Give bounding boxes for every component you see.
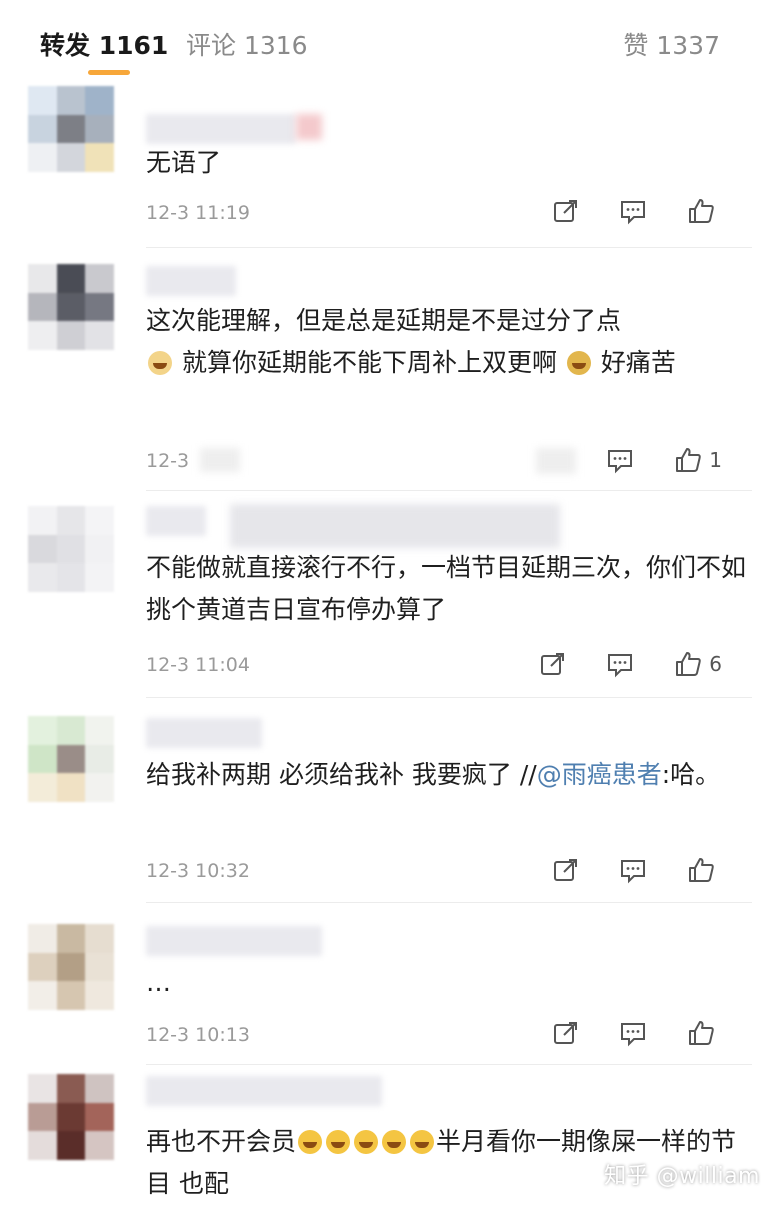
comment-text: 这次能理解，但是总是延期是不是过分了点 就算你延期能不能下周补上双更啊 好痛苦 [146,300,746,384]
watermark: 知乎 @william [604,1164,760,1189]
comment-text: 无语了 [146,148,222,177]
forward-button[interactable] [537,649,567,679]
forward-button[interactable] [550,196,580,226]
like-icon [689,858,714,882]
like-button[interactable] [686,196,722,226]
username-blurred[interactable] [146,1076,382,1106]
tab-likes-count: 1337 [656,31,720,60]
tab-likes[interactable]: 赞 1337 [623,26,720,62]
comment-text-line1: 这次能理解，但是总是延期是不是过分了点 [146,306,622,335]
comment-button[interactable] [605,649,635,679]
forward-button[interactable] [550,855,580,885]
comment-divider [146,490,752,491]
emoji-icon [326,1130,351,1154]
username-blurred[interactable] [146,506,206,536]
comment-item: 不能做就直接滚行不行，一档节目延期三次，你们不如挑个黄道吉日宣布停办算了 12-… [0,492,782,702]
comment-item: 这次能理解，但是总是延期是不是过分了点 就算你延期能不能下周补上双更啊 好痛苦 … [0,252,782,492]
comment-button[interactable] [618,196,648,226]
forward-icon [554,1022,577,1044]
comment-divider [146,1064,752,1065]
like-icon [676,448,702,472]
avatar[interactable] [28,924,114,1010]
emoji-icon [566,351,591,375]
comment-item: 给我补两期 必须给我补 我要疯了 //@雨癌患者:哈。 12-3 10:32 [0,702,782,910]
comment-tabs-header: 转发 1161 评论 1316 赞 1337 [0,0,782,82]
emoji-icon [148,351,172,375]
tab-forward-label: 转发 [40,31,91,60]
comment-divider [146,247,752,248]
comment-text-main: 再也不开会员 [146,1127,297,1156]
comment-button[interactable] [618,855,648,885]
comment-icon [621,201,645,225]
comment-icon [621,860,645,884]
comment-actions [512,196,722,226]
forward-icon [554,859,577,881]
comment-actions: 1 [567,445,722,475]
comment-icon [608,450,633,474]
like-count: 6 [709,652,722,676]
blurred-region [230,504,560,548]
comment-actions: 6 [499,649,722,679]
avatar[interactable] [28,716,114,802]
like-icon [676,652,702,676]
avatar[interactable] [28,86,114,172]
comment-text-line2: 就算你延期能不能下周补上双更啊 [181,348,557,377]
like-icon [689,199,714,223]
comment-actions [512,855,722,885]
tab-comments-count: 1316 [243,31,308,60]
username-blurred[interactable] [146,114,296,144]
forward-icon [554,200,577,222]
like-button[interactable]: 6 [673,649,722,679]
comment-text-tail: :哈。 [661,760,721,789]
comment-time: 12-3 10:32 [146,860,250,882]
comment-divider [146,902,752,903]
comment-item: 无语了 12-3 11:19 [0,82,782,252]
avatar[interactable] [28,1074,114,1160]
comment-divider [146,697,752,698]
comment-time: 12-3 [146,450,190,472]
avatar[interactable] [28,264,114,350]
emoji-icon [410,1130,435,1154]
like-count: 1 [709,448,722,472]
comment-text-main: 给我补两期 必须给我补 我要疯了 // [146,760,537,789]
badge-blurred [296,114,322,140]
like-button[interactable] [686,855,722,885]
forward-button[interactable] [550,1018,580,1048]
emoji-icon [298,1130,323,1154]
comment-time: 12-3 10:13 [146,1024,250,1046]
tab-forward[interactable]: 转发 1161 [40,26,168,62]
username-blurred[interactable] [146,926,322,956]
tab-likes-label: 赞 [623,31,649,60]
comment-time: 12-3 11:04 [146,654,250,676]
avatar[interactable] [28,506,114,592]
forward-icon [541,653,565,675]
emoji-icon [382,1130,407,1154]
comment-time: 12-3 11:19 [146,202,250,224]
username-blurred[interactable] [146,266,236,296]
comment-text: 给我补两期 必须给我补 我要疯了 //@雨癌患者:哈。 [146,754,746,796]
like-button[interactable]: 1 [673,445,722,475]
comment-button[interactable] [605,445,635,475]
emoji-icon [354,1130,379,1154]
tab-comments-label: 评论 [186,31,237,60]
comment-text: 不能做就直接滚行不行，一档节目延期三次，你们不如挑个黄道吉日宣布停办算了 [146,553,747,624]
comment-text-line3: 好痛苦 [600,348,676,377]
comment-icon [608,654,633,678]
comment-text: … [146,968,171,997]
comment-actions [512,1018,722,1048]
comment-icon [621,1023,645,1047]
active-tab-indicator [88,70,130,75]
tab-forward-count: 1161 [98,31,169,60]
username-blurred[interactable] [146,718,262,748]
comment-item: … 12-3 10:13 [0,910,782,1066]
like-icon [689,1021,714,1045]
time-blurred [200,448,240,472]
like-button[interactable] [686,1018,722,1048]
tab-comments[interactable]: 评论 1316 [186,26,308,62]
comment-button[interactable] [618,1018,648,1048]
mention-link[interactable]: @雨癌患者 [537,760,662,789]
